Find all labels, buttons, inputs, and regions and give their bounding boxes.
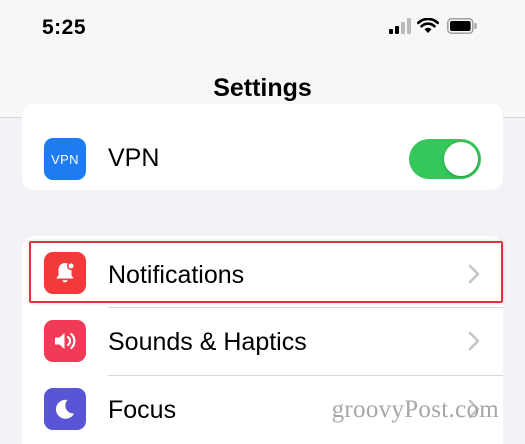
settings-row-vpn[interactable]: VPN VPN	[22, 124, 503, 190]
speaker-icon	[44, 320, 86, 362]
settings-row-sounds-haptics[interactable]: Sounds & Haptics	[22, 308, 503, 376]
moon-icon	[44, 388, 86, 430]
vpn-icon: VPN	[44, 138, 86, 180]
chevron-right-icon	[468, 264, 480, 284]
settings-row-notifications[interactable]: Notifications	[22, 239, 503, 307]
page-title: Settings	[213, 74, 312, 102]
cellular-signal-icon	[389, 18, 411, 34]
settings-row-label: Notifications	[108, 261, 245, 289]
vpn-group: VPN VPN	[22, 104, 503, 190]
settings-row-label: Focus	[108, 396, 177, 424]
battery-icon	[447, 18, 477, 34]
settings-row-label: VPN	[108, 144, 160, 172]
watermark: groovyPost.com	[331, 396, 499, 423]
bell-icon	[44, 252, 86, 294]
wifi-icon	[417, 18, 439, 33]
chevron-right-icon	[468, 331, 480, 351]
vpn-toggle[interactable]	[409, 139, 481, 179]
status-bar: 5:25	[0, 0, 525, 56]
vpn-icon-text: VPN	[51, 151, 79, 167]
settings-row-label: Sounds & Haptics	[108, 328, 307, 356]
status-time: 5:25	[42, 16, 87, 39]
toggle-knob	[444, 142, 478, 176]
